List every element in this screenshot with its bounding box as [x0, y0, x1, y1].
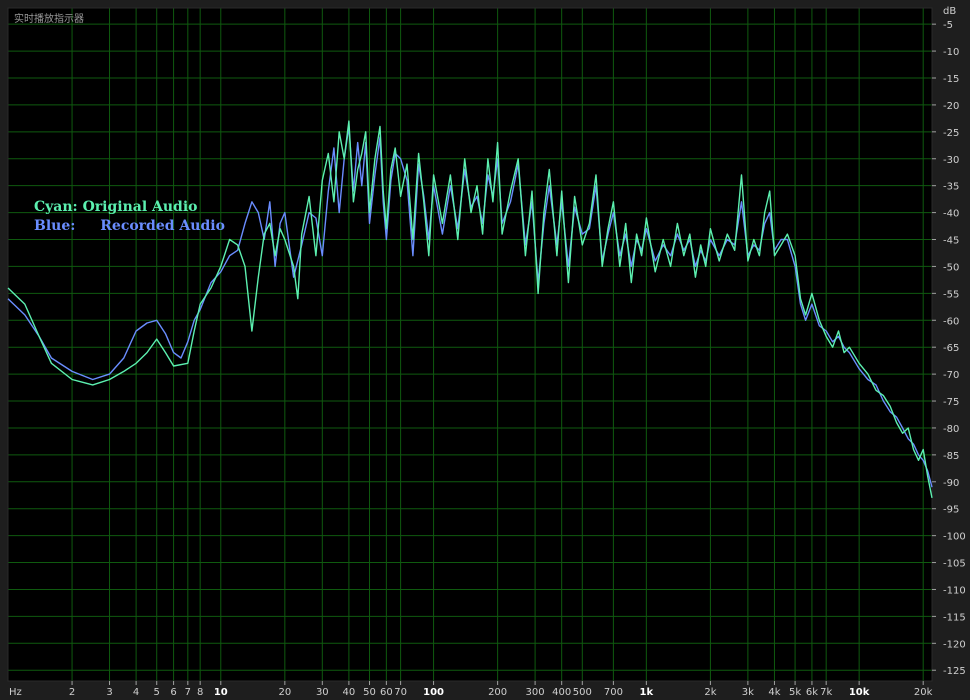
y-tick-label: -45: [943, 236, 959, 247]
x-tick-label: 4k: [768, 687, 780, 698]
x-tick-label: 100: [423, 687, 444, 698]
legend: Cyan: Original Audio Blue: Recorded Audi…: [34, 198, 225, 236]
y-tick-label: -65: [943, 343, 959, 354]
frequency-spectrum-chart: 2 3 4 5 6 7 8 10 20 30 40 50 60 70 100 200 300 400 500 700 1…: [7, 6, 966, 698]
spectrum-analyzer-window: 2 3 4 5 6 7 8 10 20 30 40 50 60 70 100 200 300 400 500 700 1…: [0, 0, 970, 700]
y-tick-label: -75: [943, 397, 959, 408]
y-tick-label: -20: [943, 101, 959, 112]
y-tick-label: -110: [943, 585, 966, 596]
y-axis-unit-label: dB: [943, 6, 956, 17]
y-tick-label: -85: [943, 451, 959, 462]
x-tick-label: 1k: [640, 687, 654, 698]
y-tick-label: -70: [943, 370, 959, 381]
window-title: 实时播放指示器: [14, 14, 84, 25]
x-tick-label: 6k: [806, 687, 818, 698]
x-tick-label: 4: [133, 687, 139, 698]
x-tick-label: 40: [343, 687, 356, 698]
y-tick-label: -30: [943, 155, 959, 166]
x-tick-label: 2: [69, 687, 75, 698]
y-tick-label: -90: [943, 478, 959, 489]
y-tick-label: -125: [943, 666, 966, 677]
y-tick-label: -95: [943, 505, 959, 516]
x-tick-label: 3: [106, 687, 112, 698]
x-tick-label: 2k: [704, 687, 716, 698]
y-tick-label: -115: [943, 612, 966, 623]
y-axis-ticks: -5 -10 -15 -20 -25 -30 -35 -40 -45 -50 -55 -60 -65 -7…: [932, 20, 966, 677]
x-tick-label: 10: [214, 687, 228, 698]
y-tick-label: -15: [943, 74, 959, 85]
x-tick-label: 5k: [789, 687, 801, 698]
series-lines: [7, 120, 933, 499]
series-line-original-audio: [7, 120, 933, 499]
y-tick-label: -80: [943, 424, 959, 435]
y-tick-label: -120: [943, 639, 966, 650]
legend-item-recorded: Blue: Recorded Audio: [34, 217, 225, 236]
series-line-recorded-audio: [7, 125, 933, 488]
legend-item-original: Cyan: Original Audio: [34, 198, 225, 217]
x-tick-label: 20: [278, 687, 291, 698]
legend-label-original: Original Audio: [82, 199, 198, 215]
x-tick-label: 5: [154, 687, 160, 698]
legend-label-recorded: Recorded Audio: [100, 218, 225, 234]
x-axis-unit-label: Hz: [9, 687, 22, 698]
y-tick-label: -35: [943, 182, 959, 193]
x-tick-label: 7k: [820, 687, 832, 698]
y-tick-label: -10: [943, 47, 959, 58]
y-tick-label: -25: [943, 128, 959, 139]
y-tick-label: -105: [943, 559, 966, 570]
y-tick-label: -60: [943, 316, 959, 327]
legend-key-blue: Blue:: [34, 218, 76, 234]
y-tick-label: -55: [943, 289, 959, 300]
x-tick-label: 20k: [914, 687, 933, 698]
x-tick-label: 400: [552, 687, 571, 698]
x-tick-label: 3k: [742, 687, 754, 698]
x-tick-label: 10k: [849, 687, 870, 698]
plot-border: [7, 7, 933, 682]
x-axis-ticks: 2 3 4 5 6 7 8 10 20 30 40 50 60 70 100 200 300 400 500 700 1…: [69, 681, 933, 698]
x-tick-label: 6: [170, 687, 176, 698]
y-tick-label: -5: [943, 20, 953, 31]
y-tick-label: -40: [943, 209, 959, 220]
grid-lines: [7, 7, 933, 682]
y-tick-label: -100: [943, 532, 966, 543]
x-tick-label: 500: [573, 687, 592, 698]
x-tick-label: 60: [380, 687, 393, 698]
x-tick-label: 30: [316, 687, 329, 698]
x-tick-label: 700: [604, 687, 623, 698]
x-tick-label: 8: [197, 687, 203, 698]
x-tick-label: 70: [394, 687, 407, 698]
x-tick-label: 300: [526, 687, 545, 698]
y-tick-label: -50: [943, 262, 959, 273]
legend-key-cyan: Cyan:: [34, 199, 78, 215]
x-tick-label: 50: [363, 687, 376, 698]
x-tick-label: 7: [185, 687, 191, 698]
x-tick-label: 200: [488, 687, 507, 698]
